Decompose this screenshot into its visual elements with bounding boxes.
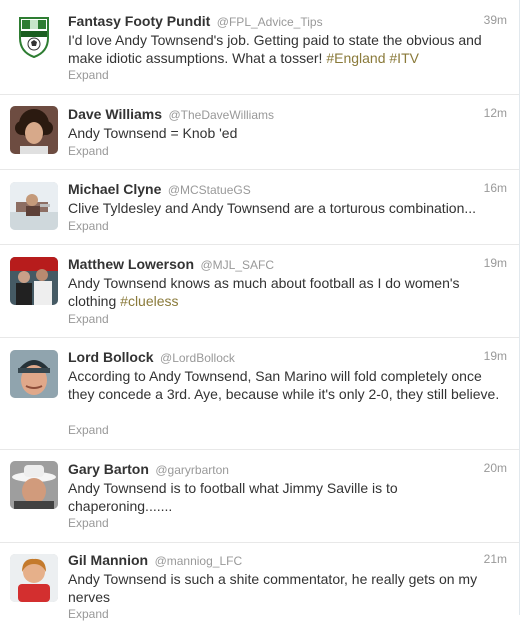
user-handle[interactable]: @manniog_LFC bbox=[155, 554, 243, 568]
football-club-crest-avatar bbox=[10, 12, 58, 60]
tweet-text: Andy Townsend = Knob 'ed bbox=[68, 124, 500, 142]
tweet-item[interactable]: Gary Barton @garyrbarton 20m Andy Townse… bbox=[0, 450, 519, 543]
user-handle[interactable]: @MCStatueGS bbox=[168, 183, 251, 197]
user-name[interactable]: Matthew Lowerson bbox=[68, 256, 194, 272]
avatar[interactable] bbox=[10, 182, 58, 230]
avatar[interactable] bbox=[10, 350, 58, 398]
person-outdoors-avatar bbox=[10, 182, 58, 230]
expand-link[interactable]: Expand bbox=[68, 423, 109, 437]
tweet-text: Andy Townsend is such a shite commentato… bbox=[68, 570, 500, 606]
timestamp[interactable]: 19m bbox=[484, 349, 507, 363]
user-name[interactable]: Lord Bollock bbox=[68, 349, 154, 365]
user-handle[interactable]: @MJL_SAFC bbox=[200, 258, 274, 272]
hashtag-link[interactable]: #ITV bbox=[389, 50, 419, 66]
tweet-item[interactable]: Fantasy Footy Pundit @FPL_Advice_Tips 39… bbox=[0, 0, 519, 95]
user-handle[interactable]: @FPL_Advice_Tips bbox=[217, 15, 323, 29]
user-name[interactable]: Gil Mannion bbox=[68, 552, 148, 568]
tweet-header: Gil Mannion @manniog_LFC 21m bbox=[68, 552, 507, 570]
tweet-header: Michael Clyne @MCStatueGS 16m bbox=[68, 181, 507, 199]
avatar[interactable] bbox=[10, 461, 58, 509]
expand-link[interactable]: Expand bbox=[68, 219, 109, 233]
user-name[interactable]: Michael Clyne bbox=[68, 181, 161, 197]
tweet-timeline: Fantasy Footy Pundit @FPL_Advice_Tips 39… bbox=[0, 0, 520, 621]
avatar[interactable] bbox=[10, 257, 58, 305]
timestamp[interactable]: 21m bbox=[484, 552, 507, 566]
tweet-item[interactable]: Lord Bollock @LordBollock 19m According … bbox=[0, 338, 519, 450]
tweet-text-part: Andy Townsend is to football what Jimmy … bbox=[68, 480, 398, 514]
expand-link[interactable]: Expand bbox=[68, 607, 109, 621]
user-handle[interactable]: @TheDaveWilliams bbox=[168, 108, 274, 122]
tweet-text: According to Andy Townsend, San Marino w… bbox=[68, 367, 500, 403]
tweet-text: I'd love Andy Townsend's job. Getting pa… bbox=[68, 31, 500, 67]
man-curly-hair-avatar bbox=[10, 106, 58, 154]
user-name[interactable]: Fantasy Footy Pundit bbox=[68, 13, 210, 29]
woman-red-shirt-avatar bbox=[10, 554, 58, 602]
timestamp[interactable]: 39m bbox=[484, 13, 507, 27]
hashtag-link[interactable]: #clueless bbox=[120, 293, 178, 309]
user-handle[interactable]: @garyrbarton bbox=[155, 463, 229, 477]
tweet-text: Andy Townsend is to football what Jimmy … bbox=[68, 479, 500, 515]
tweet-header: Dave Williams @TheDaveWilliams 12m bbox=[68, 106, 507, 124]
expand-link[interactable]: Expand bbox=[68, 312, 109, 326]
timestamp[interactable]: 19m bbox=[484, 256, 507, 270]
tweet-text-part: According to Andy Townsend, San Marino w… bbox=[68, 368, 500, 402]
tweet-item[interactable]: Gil Mannion @manniog_LFC 21m Andy Townse… bbox=[0, 543, 519, 633]
hashtag-link[interactable]: #England bbox=[326, 50, 385, 66]
tweet-text-part: I'd love Andy Townsend's job. Getting pa… bbox=[68, 32, 482, 66]
expand-link[interactable]: Expand bbox=[68, 68, 109, 82]
user-name[interactable]: Gary Barton bbox=[68, 461, 149, 477]
group-photo-avatar bbox=[10, 257, 58, 305]
expand-link[interactable]: Expand bbox=[68, 144, 109, 158]
man-cowboy-hat-avatar bbox=[10, 461, 58, 509]
tweet-text: Clive Tyldesley and Andy Townsend are a … bbox=[68, 199, 500, 217]
tweet-text-part: Andy Townsend is such a shite commentato… bbox=[68, 571, 478, 605]
tweet-header: Fantasy Footy Pundit @FPL_Advice_Tips 39… bbox=[68, 13, 507, 31]
avatar[interactable] bbox=[10, 554, 58, 602]
tweet-item[interactable]: Dave Williams @TheDaveWilliams 12m Andy … bbox=[0, 95, 519, 170]
avatar[interactable] bbox=[10, 12, 58, 60]
tweet-item[interactable]: Michael Clyne @MCStatueGS 16m Clive Tyld… bbox=[0, 170, 519, 245]
tweet-header: Matthew Lowerson @MJL_SAFC 19m bbox=[68, 256, 507, 274]
timestamp[interactable]: 12m bbox=[484, 106, 507, 120]
tweet-item[interactable]: Matthew Lowerson @MJL_SAFC 19m Andy Town… bbox=[0, 245, 519, 338]
timestamp[interactable]: 20m bbox=[484, 461, 507, 475]
timestamp[interactable]: 16m bbox=[484, 181, 507, 195]
user-handle[interactable]: @LordBollock bbox=[160, 351, 235, 365]
user-name[interactable]: Dave Williams bbox=[68, 106, 162, 122]
tweet-header: Lord Bollock @LordBollock 19m bbox=[68, 349, 507, 367]
tweet-text-part: Clive Tyldesley and Andy Townsend are a … bbox=[68, 200, 477, 216]
man-beanie-hat-avatar bbox=[10, 350, 58, 398]
tweet-text: Andy Townsend knows as much about footba… bbox=[68, 274, 500, 310]
tweet-header: Gary Barton @garyrbarton 20m bbox=[68, 461, 507, 479]
avatar[interactable] bbox=[10, 106, 58, 154]
tweet-text-part: Andy Townsend = Knob 'ed bbox=[68, 125, 238, 141]
expand-link[interactable]: Expand bbox=[68, 516, 109, 530]
